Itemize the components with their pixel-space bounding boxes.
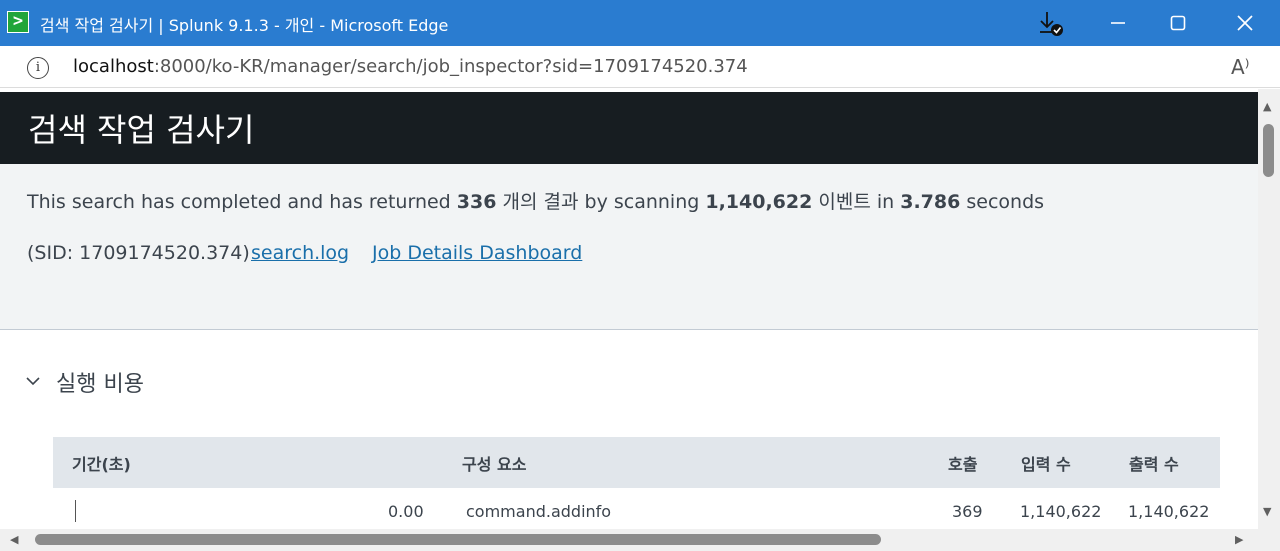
cell-component: command.addinfo bbox=[466, 502, 612, 521]
scroll-left-icon[interactable]: ◀ bbox=[10, 534, 18, 545]
cell-duration: 0.00 bbox=[388, 502, 424, 521]
scroll-right-icon[interactable]: ▶ bbox=[1235, 534, 1243, 545]
search-log-link[interactable]: search.log bbox=[251, 242, 349, 264]
maximize-button[interactable] bbox=[1148, 0, 1208, 46]
site-info-icon[interactable]: i bbox=[27, 57, 49, 79]
scrollbar-corner bbox=[1258, 529, 1280, 551]
event-count: 1,140,622 bbox=[705, 191, 813, 213]
close-button[interactable] bbox=[1215, 0, 1275, 46]
col-calls: 호출 bbox=[948, 455, 978, 474]
col-duration: 기간(초) bbox=[72, 455, 131, 474]
sid-text: (SID: 1709174520.374) bbox=[27, 242, 250, 264]
url-path: :8000/ko-KR/manager/search/job_inspector… bbox=[153, 56, 748, 77]
section-title-execution-costs[interactable]: 실행 비용 bbox=[56, 366, 144, 398]
downloads-button[interactable] bbox=[1021, 0, 1081, 46]
address-bar[interactable]: i localhost:8000/ko-KR/manager/search/jo… bbox=[0, 46, 1280, 88]
splunk-app-icon: > bbox=[7, 11, 29, 33]
horizontal-scroll-thumb[interactable] bbox=[35, 534, 881, 545]
scroll-up-icon[interactable]: ▲ bbox=[1263, 101, 1271, 112]
job-details-dashboard-link[interactable]: Job Details Dashboard bbox=[372, 242, 582, 264]
horizontal-scrollbar[interactable]: ◀ ▶ bbox=[0, 529, 1258, 551]
vertical-scrollbar[interactable]: ▲ ▼ bbox=[1258, 89, 1280, 530]
page-content: 검색 작업 검사기 This search has completed and … bbox=[0, 89, 1258, 530]
col-component: 구성 요소 bbox=[462, 455, 527, 474]
minimize-button[interactable] bbox=[1088, 0, 1148, 46]
duration-seconds: 3.786 bbox=[900, 191, 961, 213]
window-title: 검색 작업 검사기 | Splunk 9.1.3 - 개인 - Microsof… bbox=[40, 16, 449, 35]
table-row: 0.00 command.addinfo 369 1,140,622 1,140… bbox=[53, 488, 1220, 530]
vertical-scroll-thumb[interactable] bbox=[1263, 124, 1274, 177]
result-count: 336 bbox=[456, 191, 497, 213]
minimize-icon bbox=[1111, 22, 1125, 24]
cell-input-count: 1,140,622 bbox=[1020, 502, 1102, 521]
page-header: 검색 작업 검사기 bbox=[0, 92, 1258, 164]
download-check-icon bbox=[1040, 12, 1063, 36]
page-title: 검색 작업 검사기 bbox=[28, 111, 255, 149]
url-host: localhost bbox=[73, 56, 154, 77]
summary-part2: 개의 결과 by scanning bbox=[496, 191, 706, 213]
summary-part1: This search has completed and has return… bbox=[27, 191, 457, 213]
summary-text: This search has completed and has return… bbox=[27, 187, 1044, 214]
col-output-count: 출력 수 bbox=[1129, 455, 1179, 474]
read-aloud-icon[interactable]: A⁾ bbox=[1231, 55, 1250, 79]
cell-output-count: 1,140,622 bbox=[1128, 502, 1210, 521]
col-input-count: 입력 수 bbox=[1021, 455, 1071, 474]
scroll-down-icon[interactable]: ▼ bbox=[1263, 506, 1271, 517]
duration-bar bbox=[75, 500, 76, 522]
url-text[interactable]: localhost:8000/ko-KR/manager/search/job_… bbox=[73, 56, 748, 77]
window-titlebar: > 검색 작업 검사기 | Splunk 9.1.3 - 개인 - Micros… bbox=[0, 0, 1280, 46]
summary-part4: seconds bbox=[960, 191, 1045, 213]
table-header: 기간(초) 구성 요소 호출 입력 수 출력 수 bbox=[53, 437, 1220, 488]
chevron-down-icon[interactable] bbox=[26, 370, 40, 391]
close-icon bbox=[1237, 15, 1253, 31]
search-summary: This search has completed and has return… bbox=[0, 164, 1258, 330]
summary-part3: 이벤트 in bbox=[812, 191, 901, 213]
cell-calls: 369 bbox=[952, 502, 983, 521]
maximize-icon bbox=[1170, 15, 1186, 31]
